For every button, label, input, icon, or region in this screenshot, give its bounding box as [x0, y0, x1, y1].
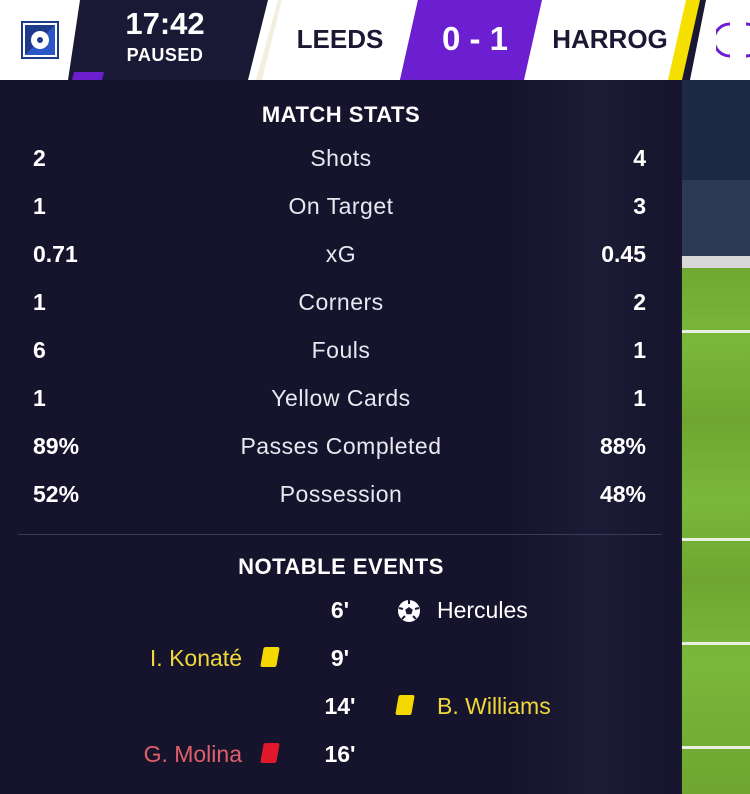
pitch-background	[680, 80, 750, 794]
away-team-name: HARROG	[552, 24, 668, 54]
event-player-name: I. Konaté	[149, 645, 242, 671]
home-crest-box	[0, 0, 80, 80]
notable-events-title: NOTABLE EVENTS	[238, 554, 444, 579]
pitch-line	[680, 330, 750, 333]
stat-away-value: 1	[633, 385, 646, 411]
event-minute: 6'	[330, 597, 350, 623]
stat-row-corners: 1 Corners 2	[0, 289, 682, 337]
home-team-crest-icon	[21, 21, 59, 59]
event-player-name: G. Molina	[143, 741, 242, 767]
match-status: PAUSED	[126, 45, 204, 65]
match-clock: 17:42	[125, 6, 205, 41]
pitch-line	[680, 746, 750, 749]
home-team-name: LEEDS	[296, 24, 384, 54]
event-row: 6' Hercules	[0, 597, 682, 645]
stat-label: Possession	[279, 481, 403, 507]
stat-row-yellow-cards: 1 Yellow Cards 1	[0, 385, 682, 433]
stat-label: Fouls	[311, 337, 371, 363]
event-player-name: Hercules	[437, 597, 528, 623]
pitch-line	[680, 538, 750, 541]
stat-label: On Target	[288, 193, 394, 219]
yellow-card-icon	[395, 695, 415, 715]
stat-label: xG	[325, 241, 357, 267]
stat-away-value: 88%	[599, 433, 646, 459]
stat-row-shots: 2 Shots 4	[0, 145, 682, 193]
stat-away-value: 1	[633, 337, 646, 363]
score: 0 - 1	[441, 20, 509, 57]
stat-away-value: 0.45	[601, 241, 646, 267]
stat-row-fouls: 6 Fouls 1	[0, 337, 682, 385]
event-player-name: B. Williams	[437, 693, 551, 719]
stat-away-value: 4	[633, 145, 646, 171]
stat-label: Yellow Cards	[271, 385, 411, 411]
event-row: G. Molina 16'	[0, 741, 682, 789]
stat-row-xg: 0.71 xG 0.45	[0, 241, 682, 289]
stat-row-on-target: 1 On Target 3	[0, 193, 682, 241]
stat-label: Passes Completed	[240, 433, 442, 459]
event-minute: 14'	[324, 693, 356, 719]
pitch-line	[680, 642, 750, 645]
red-card-icon	[260, 743, 280, 763]
stat-away-value: 2	[633, 289, 646, 315]
match-stats-title: MATCH STATS	[261, 102, 421, 127]
event-row: I. Konaté 9'	[0, 645, 682, 693]
stat-label: Corners	[298, 289, 384, 315]
away-team-crest-icon	[716, 22, 750, 58]
event-minute: 9'	[330, 645, 350, 671]
event-row: 14' B. Williams	[0, 693, 682, 741]
stadium-advert-board	[680, 256, 750, 268]
yellow-card-icon	[260, 647, 280, 667]
stat-away-value: 48%	[599, 481, 646, 507]
football-icon	[397, 599, 421, 628]
stat-row-passes-completed: 89% Passes Completed 88%	[0, 433, 682, 481]
stat-label: Shots	[310, 145, 372, 171]
section-divider	[18, 534, 662, 535]
clock-accent	[72, 72, 104, 80]
event-minute: 16'	[324, 741, 356, 767]
stat-row-possession: 52% Possession 48%	[0, 481, 682, 529]
scoreboard-header: 17:42 PAUSED LEEDS 0 - 1 HARROG	[0, 0, 750, 80]
stat-away-value: 3	[633, 193, 646, 219]
